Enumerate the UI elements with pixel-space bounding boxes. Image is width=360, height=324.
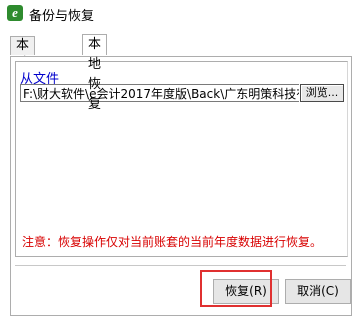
divider [15, 265, 346, 266]
title-bar: e 备份与恢复 [0, 0, 360, 27]
file-path-field[interactable]: F:\财大软件\e会计2017年度版\Back\广东明策科技有 [20, 84, 299, 102]
backup-restore-dialog: e 备份与恢复 本地备份 本地恢复 从文件 F:\财大软件\e会计2017年度版… [0, 0, 360, 324]
restore-notice: 注意：恢复操作仅对当前账套的当前年度数据进行恢复。 [22, 235, 323, 249]
restore-panel: 从文件 F:\财大软件\e会计2017年度版\Back\广东明策科技有 浏览..… [10, 56, 352, 316]
from-file-group: 从文件 F:\财大软件\e会计2017年度版\Back\广东明策科技有 浏览..… [15, 61, 348, 257]
app-logo-icon: e [7, 5, 23, 21]
window-title: 备份与恢复 [29, 9, 95, 24]
browse-button[interactable]: 浏览... [300, 84, 344, 102]
restore-button[interactable]: 恢复(R) [213, 279, 279, 304]
cancel-button[interactable]: 取消(C) [285, 279, 351, 304]
tab-local-restore[interactable]: 本地恢复 [82, 34, 108, 112]
tab-local-backup[interactable]: 本地备份 [10, 36, 36, 107]
